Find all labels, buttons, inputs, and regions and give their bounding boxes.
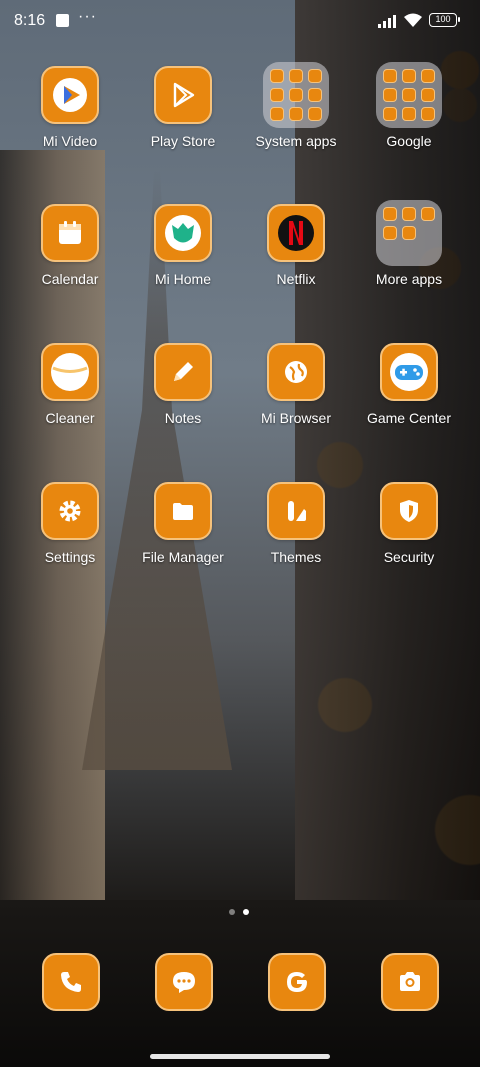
- app-play-store[interactable]: Play Store: [127, 66, 239, 149]
- status-time: 8:16: [14, 12, 46, 29]
- gear-icon: [41, 482, 99, 540]
- folder-google[interactable]: Google: [353, 62, 465, 149]
- app-mi-home[interactable]: Mi Home: [127, 204, 239, 287]
- app-label: Settings: [44, 549, 96, 565]
- gamepad-icon: [380, 343, 438, 401]
- app-settings[interactable]: Settings: [14, 482, 126, 565]
- play-store-icon: [154, 66, 212, 124]
- app-label: Mi Browser: [260, 410, 331, 426]
- dock-camera[interactable]: [381, 953, 439, 1011]
- mi-video-icon: [41, 66, 99, 124]
- folder-icon: [376, 200, 442, 266]
- dock-phone[interactable]: [42, 953, 100, 1011]
- shield-icon: [380, 482, 438, 540]
- folder-system-apps[interactable]: System apps: [240, 62, 352, 149]
- status-bar: 8:16 ··· 100: [0, 0, 480, 42]
- app-mi-browser[interactable]: Mi Browser: [240, 343, 352, 426]
- more-notifications-icon: ···: [78, 8, 97, 25]
- mi-home-icon: [154, 204, 212, 262]
- folder-label: Google: [386, 133, 432, 149]
- dock-google[interactable]: [268, 953, 326, 1011]
- camera-icon: [400, 972, 420, 991]
- app-calendar[interactable]: Calendar: [14, 204, 126, 287]
- app-game-center[interactable]: Game Center: [353, 343, 465, 426]
- app-file-manager[interactable]: File Manager: [127, 482, 239, 565]
- app-netflix[interactable]: Netflix: [240, 204, 352, 287]
- app-label: Netflix: [276, 271, 316, 287]
- app-label: Security: [383, 549, 435, 565]
- app-mi-video[interactable]: Mi Video: [14, 66, 126, 149]
- folder-file-icon: [154, 482, 212, 540]
- folder-more-apps[interactable]: More apps: [353, 200, 465, 287]
- cleaner-icon: [41, 343, 99, 401]
- wifi-icon: [404, 13, 422, 27]
- home-indicator-bar[interactable]: [150, 1054, 330, 1059]
- page-indicator: [227, 908, 255, 916]
- netflix-icon: [267, 204, 325, 262]
- app-label: Game Center: [366, 410, 452, 426]
- folder-icon: [376, 62, 442, 128]
- app-label: Themes: [270, 549, 322, 565]
- battery-icon: 100: [429, 13, 460, 27]
- app-label: Mi Home: [154, 271, 211, 287]
- brush-icon: [267, 482, 325, 540]
- dock-messages[interactable]: [155, 953, 213, 1011]
- app-themes[interactable]: Themes: [240, 482, 352, 565]
- folder-label: System apps: [255, 133, 337, 149]
- globe-icon: [267, 343, 325, 401]
- app-label: Mi Video: [42, 133, 98, 149]
- page-dot[interactable]: [229, 909, 235, 915]
- folder-label: More apps: [375, 271, 443, 287]
- app-label: Calendar: [41, 271, 99, 287]
- google-icon: [287, 972, 307, 992]
- app-label: Notes: [164, 410, 202, 426]
- phone-icon: [61, 972, 81, 992]
- app-cleaner[interactable]: Cleaner: [14, 343, 126, 426]
- app-label: Play Store: [150, 133, 216, 149]
- pencil-icon: [154, 343, 212, 401]
- calendar-icon: [41, 204, 99, 262]
- app-label: Cleaner: [45, 410, 95, 426]
- app-security[interactable]: Security: [353, 482, 465, 565]
- folder-icon: [263, 62, 329, 128]
- cell-signal-icon: [378, 14, 398, 28]
- notification-icon: [56, 14, 69, 27]
- messages-icon: [173, 972, 195, 993]
- app-label: File Manager: [142, 549, 224, 565]
- page-dot-active[interactable]: [243, 909, 249, 915]
- app-notes[interactable]: Notes: [127, 343, 239, 426]
